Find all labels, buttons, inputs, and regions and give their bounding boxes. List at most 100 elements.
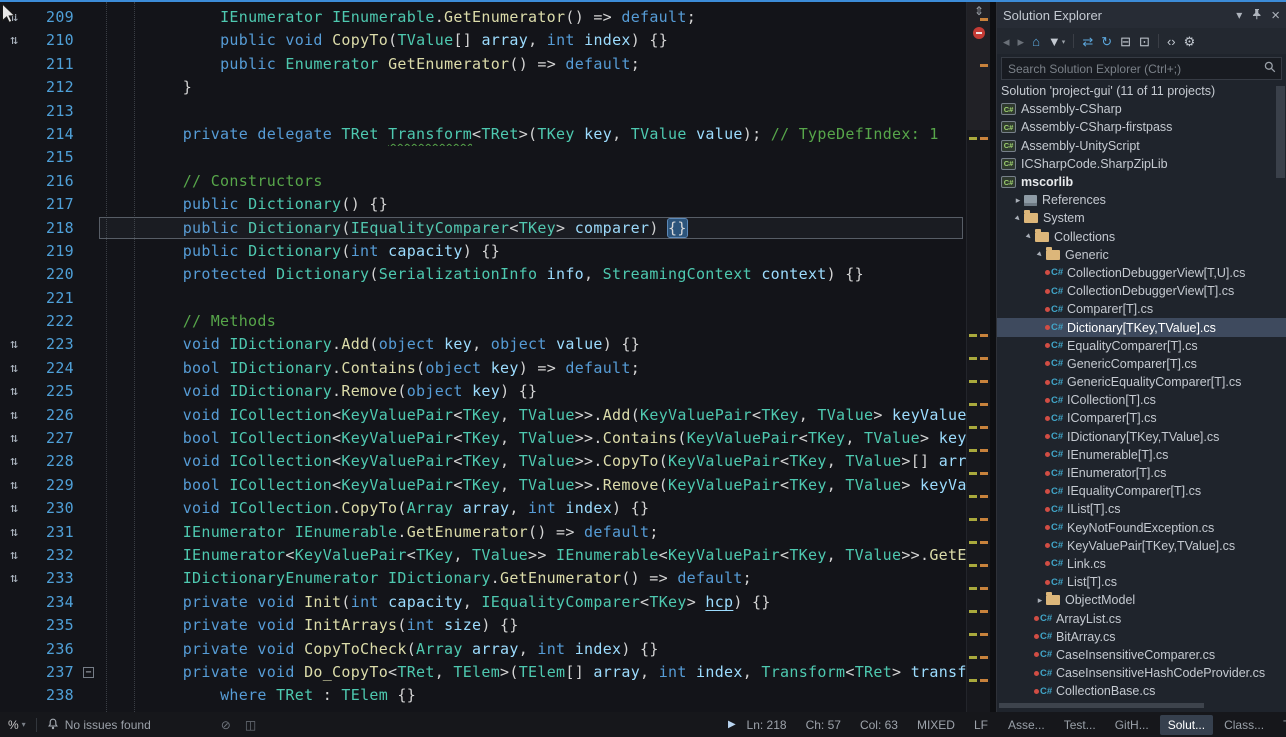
code-text[interactable]: // Constructors	[108, 170, 966, 193]
tree-item-genericequalitycomparer-t-cs[interactable]: C#GenericEqualityComparer[T].cs	[997, 373, 1286, 391]
code-text[interactable]: bool ICollection<KeyValuePair<TKey, TVal…	[108, 474, 966, 497]
line-number[interactable]: 236	[24, 638, 74, 661]
code-line-213[interactable]: 213	[0, 100, 966, 123]
code-line-211[interactable]: 211 public Enumerator GetEnumerator() => …	[0, 53, 966, 76]
line-number[interactable]: 211	[24, 53, 74, 76]
code-text[interactable]: bool IDictionary.Contains(object key) =>…	[108, 357, 966, 380]
code-line-232[interactable]: ⇅232IEnumerator<KeyValuePair<TKey, TValu…	[0, 544, 966, 567]
line-number[interactable]: 220	[24, 263, 74, 286]
code-line-226[interactable]: ⇅226void ICollection<KeyValuePair<TKey, …	[0, 404, 966, 427]
line-number[interactable]: 229	[24, 474, 74, 497]
tree-item-comparer-t-cs[interactable]: C#Comparer[T].cs	[997, 300, 1286, 318]
line-number[interactable]: 227	[24, 427, 74, 450]
code-line-228[interactable]: ⇅228 void ICollection<KeyValuePair<TKey, …	[0, 450, 966, 473]
code-line-219[interactable]: 219public Dictionary(int capacity) {}	[0, 240, 966, 263]
line-number[interactable]: 226	[24, 404, 74, 427]
code-text[interactable]: void IDictionary.Remove(object key) {}	[108, 380, 966, 403]
code-line-233[interactable]: ⇅233IDictionaryEnumerator IDictionary.Ge…	[0, 567, 966, 590]
suppressed-issues-icon[interactable]: ⊘	[221, 718, 231, 732]
tree-item-keyvaluepair-tkey-tvalue-cs[interactable]: C#KeyValuePair[TKey,TValue].cs	[997, 537, 1286, 555]
tree-item-ilist-t-cs[interactable]: C#IList[T].cs	[997, 500, 1286, 518]
tree-item-caseinsensitivecomparer-cs[interactable]: C#CaseInsensitiveComparer.cs	[997, 646, 1286, 664]
tree-item-references[interactable]: ▸References	[997, 191, 1286, 209]
code-text[interactable]: void IDictionary.Add(object key, object …	[108, 333, 966, 356]
line-number[interactable]: 222	[24, 310, 74, 333]
code-text[interactable]: bool ICollection<KeyValuePair<TKey, TVal…	[108, 427, 966, 450]
code-text[interactable]: private void Do_CopyTo<TRet, TElem>(TEle…	[108, 661, 966, 684]
code-text[interactable]: IDictionaryEnumerator IDictionary.GetEnu…	[108, 567, 966, 590]
interface-implementation-icon[interactable]: ⇅	[2, 474, 26, 497]
tree-item-mscorlib[interactable]: C#mscorlib	[997, 173, 1286, 191]
code-text[interactable]: IEnumerator IEnumerable.GetEnumerator() …	[108, 521, 966, 544]
code-line-236[interactable]: 236 private void CopyToCheck(Array array,…	[0, 638, 966, 661]
search-input[interactable]	[1002, 62, 1264, 76]
code-text[interactable]: public Dictionary() {}	[108, 193, 966, 216]
code-line-217[interactable]: 217public Dictionary() {}	[0, 193, 966, 216]
line-number[interactable]: 232	[24, 544, 74, 567]
bottom-tab-test[interactable]: Test...	[1056, 715, 1104, 735]
line-number[interactable]: 219	[24, 240, 74, 263]
tree-item-generic[interactable]: ▸Generic	[997, 246, 1286, 264]
search-icon[interactable]	[1264, 60, 1276, 78]
interface-implementation-icon[interactable]: ⇅	[2, 450, 26, 473]
issues-bell-icon[interactable]	[47, 718, 59, 731]
line-number[interactable]: 216	[24, 170, 74, 193]
bottom-tab-tea[interactable]: Tea...	[1275, 715, 1286, 735]
tree-item-solution-project-gui-11-of-11-projects-[interactable]: Solution 'project-gui' (11 of 11 project…	[997, 82, 1286, 100]
code-text[interactable]: public Enumerator GetEnumerator() => def…	[108, 53, 966, 76]
code-text[interactable]: void ICollection<KeyValuePair<TKey, TVal…	[108, 404, 966, 427]
code-line-231[interactable]: ⇅231IEnumerator IEnumerable.GetEnumerato…	[0, 521, 966, 544]
view-code-icon[interactable]: ‹›	[1167, 35, 1176, 48]
tree-item-genericcomparer-t-cs[interactable]: C#GenericComparer[T].cs	[997, 355, 1286, 373]
line-number[interactable]: 228	[24, 450, 74, 473]
tree-item-objectmodel[interactable]: ▸ObjectModel	[997, 591, 1286, 609]
expand-arrow-icon[interactable]: ▸	[1034, 595, 1046, 606]
zoom-level[interactable]: %	[8, 718, 19, 732]
interface-implementation-icon[interactable]: ⇅	[2, 6, 26, 29]
tree-item-collections[interactable]: ▸Collections	[997, 228, 1286, 246]
nav-forward-icon[interactable]: ▸	[1018, 35, 1025, 48]
refresh-icon[interactable]: ↻	[1101, 35, 1112, 48]
tree-item-assembly-csharp[interactable]: C#Assembly-CSharp	[997, 100, 1286, 118]
code-text[interactable]: // Methods	[108, 310, 966, 333]
line-number[interactable]: 225	[24, 380, 74, 403]
interface-implementation-icon[interactable]: ⇅	[2, 427, 26, 450]
tree-item-icollection-t-cs[interactable]: C#ICollection[T].cs	[997, 391, 1286, 409]
code-line-215[interactable]: 215	[0, 146, 966, 169]
code-text[interactable]: IEnumerator<KeyValuePair<TKey, TValue>> …	[108, 544, 966, 567]
tree-item-assembly-csharp-firstpass[interactable]: C#Assembly-CSharp-firstpass	[997, 118, 1286, 136]
code-line-214[interactable]: 214private delegate TRet Transform<TRet>…	[0, 123, 966, 146]
properties-icon[interactable]: ⚙	[1184, 35, 1196, 48]
interface-implementation-icon[interactable]: ⇅	[2, 357, 26, 380]
tree-vertical-scrollbar[interactable]	[1276, 86, 1285, 178]
filter-icon[interactable]: ▼▾	[1048, 35, 1065, 48]
code-line-235[interactable]: 235private void InitArrays(int size) {}	[0, 614, 966, 637]
tree-item-iequalitycomparer-t-cs[interactable]: C#IEqualityComparer[T].cs	[997, 482, 1286, 500]
status-item-lf[interactable]: LF	[974, 718, 988, 732]
tree-item-caseinsensitivehashcodeprovider-cs[interactable]: C#CaseInsensitiveHashCodeProvider.cs	[997, 664, 1286, 682]
line-number[interactable]: 215	[24, 146, 74, 169]
line-number[interactable]: 223	[24, 333, 74, 356]
zoom-caret-icon[interactable]: ▾	[22, 720, 26, 729]
code-line-220[interactable]: 220protected Dictionary(SerializationInf…	[0, 263, 966, 286]
bottom-tab-asse[interactable]: Asse...	[1000, 715, 1053, 735]
tree-item-list-t-cs[interactable]: C#List[T].cs	[997, 573, 1286, 591]
code-line-223[interactable]: ⇅223void IDictionary.Add(object key, obj…	[0, 333, 966, 356]
issues-status-text[interactable]: No issues found	[65, 718, 151, 732]
line-number[interactable]: 214	[24, 123, 74, 146]
code-line-221[interactable]: 221	[0, 287, 966, 310]
show-all-files-icon[interactable]: ⊡	[1139, 35, 1150, 48]
bottom-tab-gith[interactable]: GitH...	[1107, 715, 1157, 735]
tree-item-equalitycomparer-t-cs[interactable]: C#EqualityComparer[T].cs	[997, 337, 1286, 355]
tree-item-collectionbase-cs[interactable]: C#CollectionBase.cs	[997, 682, 1286, 700]
code-line-224[interactable]: ⇅224bool IDictionary.Contains(object key…	[0, 357, 966, 380]
code-line-238[interactable]: 238where TRet : TElem {}	[0, 684, 966, 707]
line-number[interactable]: 231	[24, 521, 74, 544]
code-line-229[interactable]: ⇅229 bool ICollection<KeyValuePair<TKey, …	[0, 474, 966, 497]
tree-item-idictionary-tkey-tvalue-cs[interactable]: C#IDictionary[TKey,TValue].cs	[997, 428, 1286, 446]
code-line-225[interactable]: ⇅225void IDictionary.Remove(object key) …	[0, 380, 966, 403]
code-text[interactable]: void ICollection<KeyValuePair<TKey, TVal…	[108, 450, 966, 473]
line-number[interactable]: 235	[24, 614, 74, 637]
code-text[interactable]: private void CopyToCheck(Array array, in…	[108, 638, 966, 661]
tree-item-icsharpcode-sharpziplib[interactable]: C#ICSharpCode.SharpZipLib	[997, 155, 1286, 173]
